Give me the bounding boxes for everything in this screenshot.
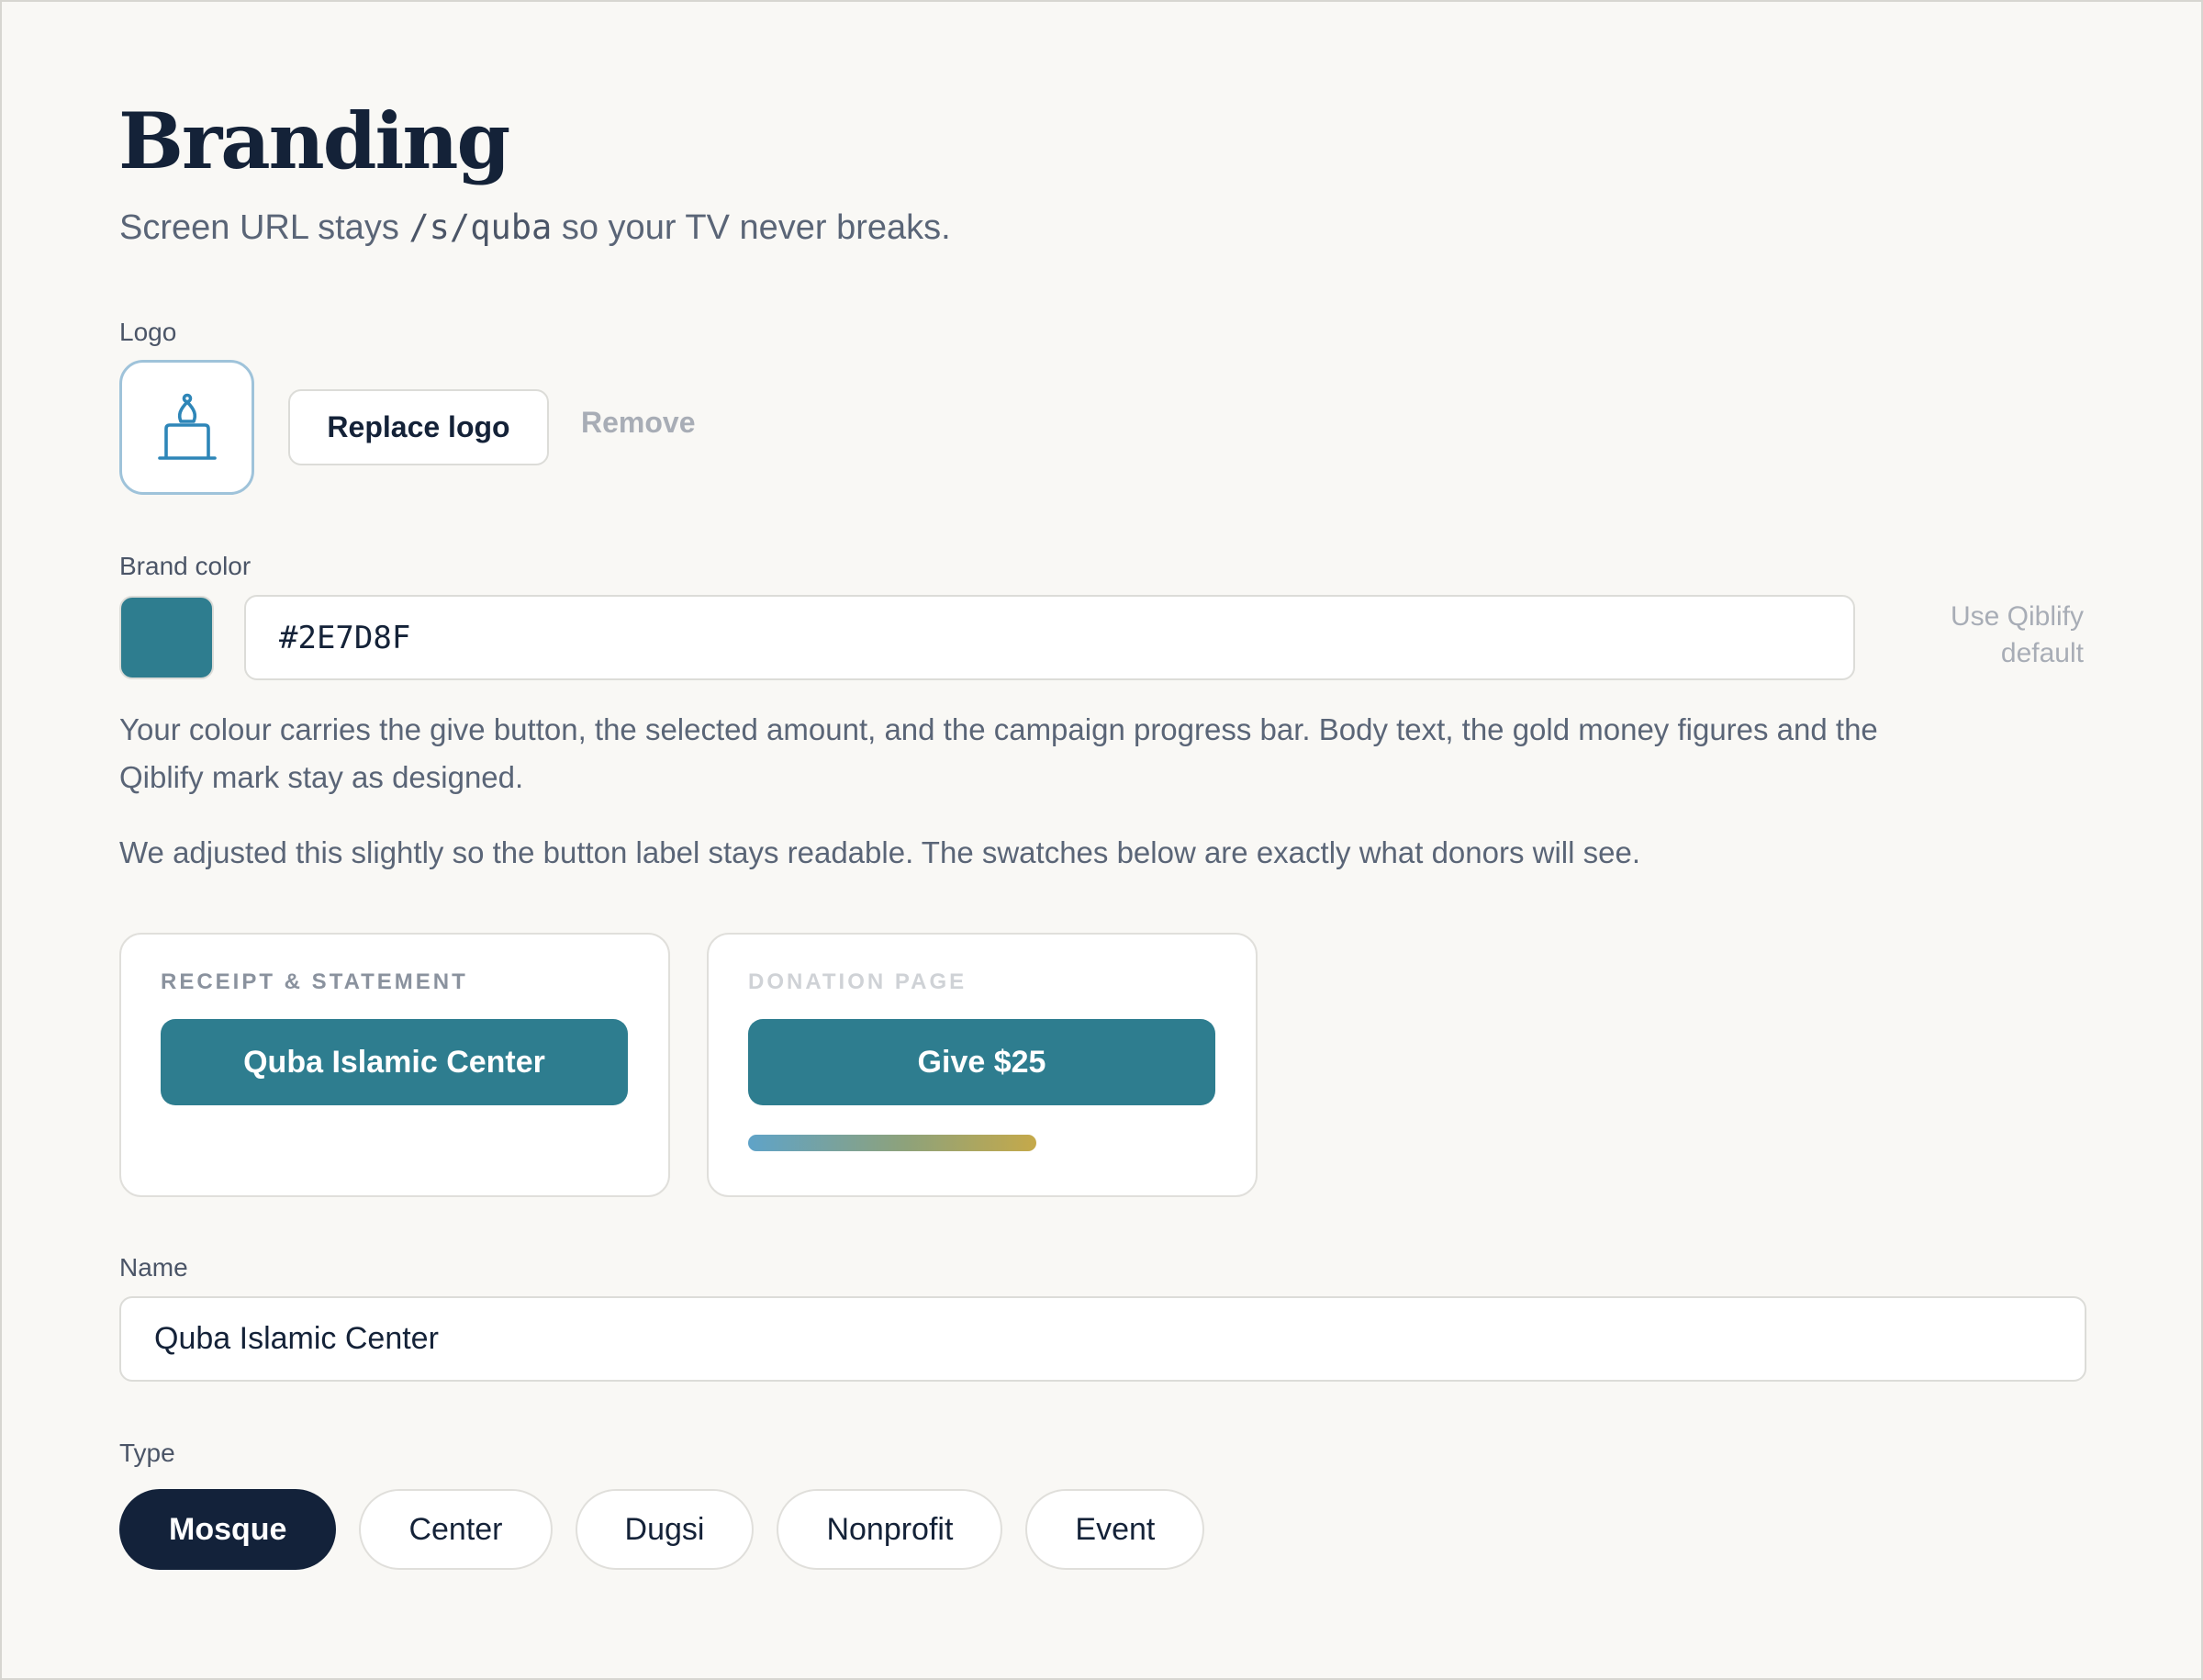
- name-label: Name: [119, 1253, 188, 1282]
- receipt-preview-card: RECEIPT & STATEMENT Quba Islamic Center: [119, 933, 670, 1197]
- subtitle-text-start: Screen URL stays: [119, 208, 409, 247]
- remove-logo-button[interactable]: Remove: [581, 406, 696, 440]
- type-option-dugsi[interactable]: Dugsi: [575, 1489, 755, 1570]
- receipt-preview-label: RECEIPT & STATEMENT: [161, 969, 468, 994]
- type-option-center[interactable]: Center: [359, 1489, 553, 1570]
- logo-preview[interactable]: [119, 360, 254, 495]
- type-selector: Mosque Center Dugsi Nonprofit Event: [119, 1489, 1205, 1570]
- type-label: Type: [119, 1439, 175, 1467]
- brand-color-hex-input[interactable]: #2E7D8F: [244, 595, 1855, 680]
- receipt-preview-button: Quba Islamic Center: [161, 1019, 628, 1105]
- screen-url-code: /s/quba: [408, 207, 553, 247]
- brand-color-help-text: Your colour carries the give button, the…: [119, 712, 1878, 794]
- page-subtitle: Screen URL stays /s/quba so your TV neve…: [119, 207, 951, 248]
- color-adjusted-note: We adjusted this slightly so the button …: [119, 835, 1641, 869]
- use-default-color-link[interactable]: Use Qiblify default: [1900, 599, 2084, 672]
- type-option-mosque[interactable]: Mosque: [119, 1489, 337, 1570]
- give-preview-button: Give $25: [748, 1019, 1215, 1105]
- replace-logo-button[interactable]: Replace logo: [288, 389, 549, 465]
- donation-page-preview-card: DONATION PAGE Give $25: [707, 933, 1258, 1197]
- campaign-progress-bar: [748, 1135, 1036, 1151]
- type-option-event[interactable]: Event: [1025, 1489, 1205, 1570]
- type-option-nonprofit[interactable]: Nonprofit: [777, 1489, 1003, 1570]
- logo-label: Logo: [119, 318, 177, 346]
- brand-color-label: Brand color: [119, 552, 252, 580]
- name-input[interactable]: Quba Islamic Center: [119, 1296, 2086, 1382]
- mosque-dome-icon: [157, 393, 217, 460]
- subtitle-text-end: so your TV never breaks.: [552, 208, 951, 247]
- donation-page-preview-label: DONATION PAGE: [748, 969, 967, 994]
- brand-color-swatch[interactable]: [119, 596, 214, 679]
- page-title: Branding: [118, 95, 510, 186]
- branding-settings-page: Branding Screen URL stays /s/quba so you…: [0, 0, 2203, 1680]
